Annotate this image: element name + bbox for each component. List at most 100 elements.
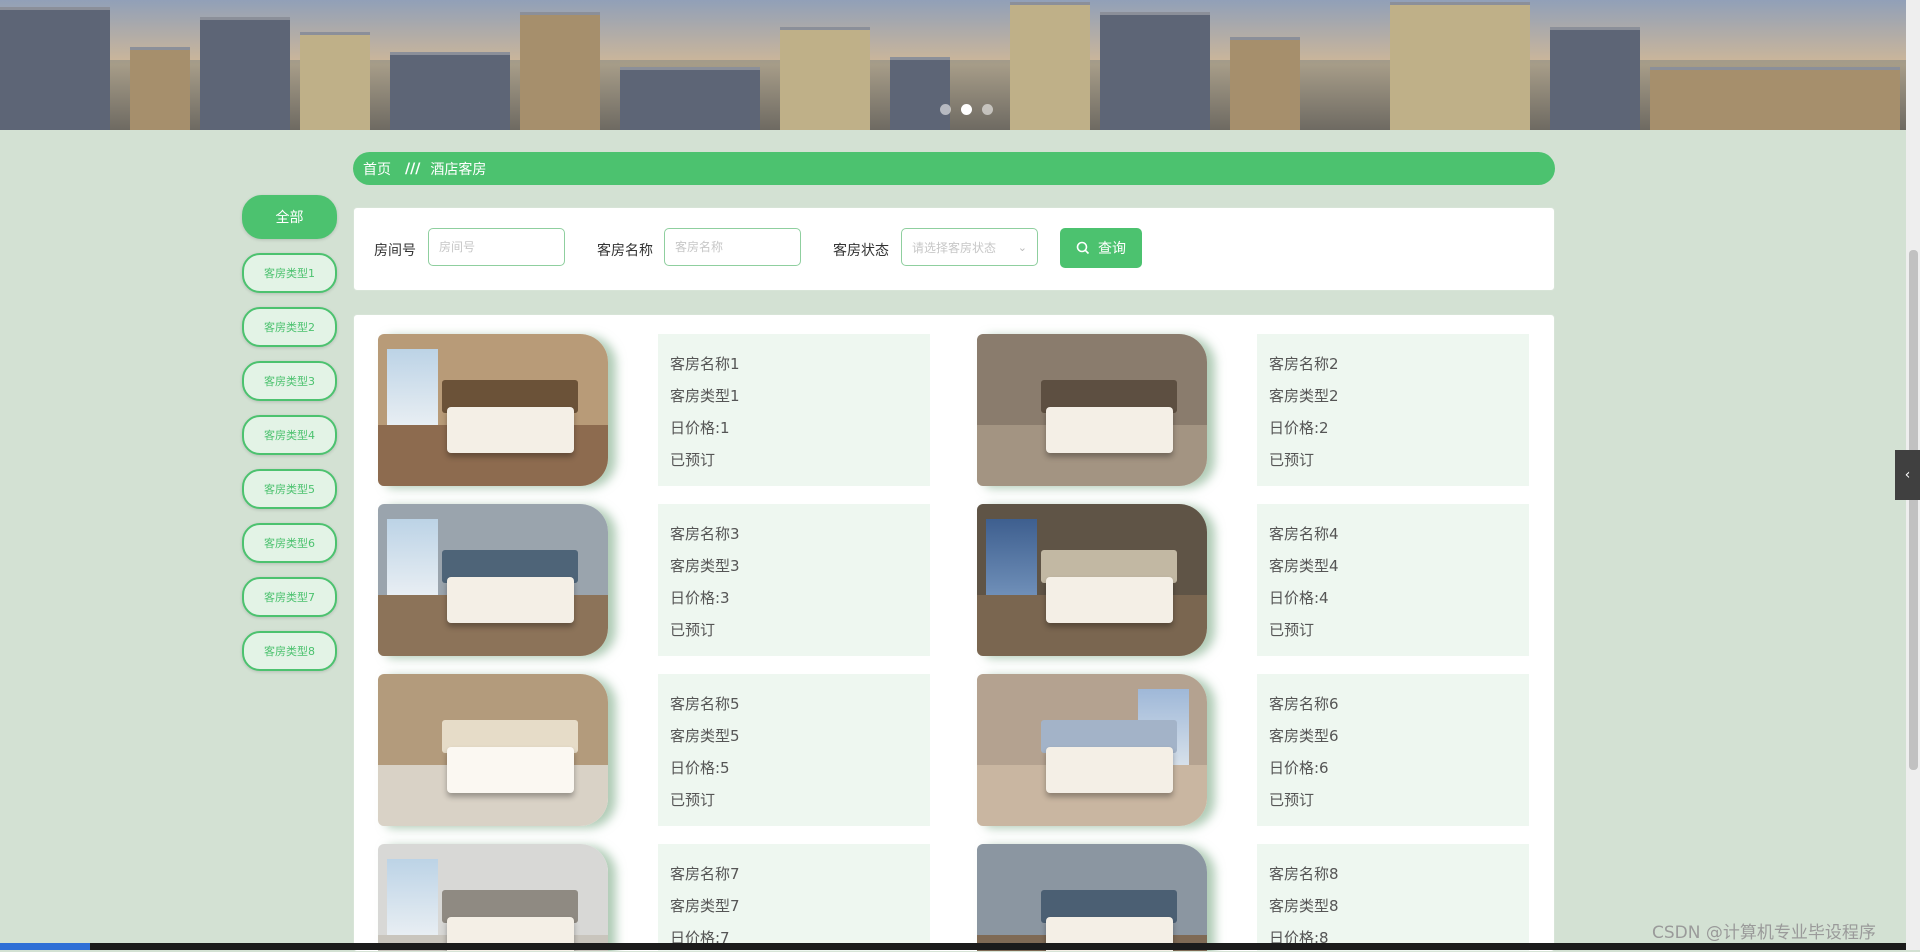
banner-building — [1650, 67, 1900, 130]
room-info: 客房名称8 客房类型8 日价格:8 — [1257, 844, 1529, 951]
category-type-8[interactable]: 客房类型8 — [242, 631, 337, 671]
banner-building — [1010, 2, 1090, 130]
banner-building — [130, 47, 190, 130]
photo-bed — [447, 746, 574, 793]
room-name: 客房名称3 — [670, 525, 740, 543]
banner-building — [300, 32, 370, 130]
room-name: 客房名称6 — [1269, 695, 1339, 713]
room-info: 客房名称5 客房类型5 日价格:5 已预订 — [658, 674, 930, 826]
scrollbar-thumb[interactable] — [1909, 250, 1918, 770]
room-name: 客房名称1 — [670, 355, 740, 373]
room-status: 已预订 — [670, 451, 716, 469]
photo-window — [387, 519, 438, 596]
room-photo[interactable] — [977, 334, 1207, 486]
room-card[interactable]: 客房名称7 客房类型7 日价格:7 — [378, 844, 958, 951]
banner-building — [1390, 2, 1530, 130]
room-status-label: 客房状态 — [833, 243, 889, 259]
room-status-select[interactable]: 请选择客房状态 ⌄ — [901, 228, 1038, 266]
banner-building — [520, 12, 600, 130]
room-status-placeholder: 请选择客房状态 — [912, 240, 997, 255]
room-photo[interactable] — [977, 844, 1207, 951]
room-name: 客房名称4 — [1269, 525, 1339, 543]
chevron-down-icon: ⌄ — [1017, 240, 1027, 254]
room-type: 客房类型3 — [670, 557, 740, 575]
room-info: 客房名称3 客房类型3 日价格:3 已预订 — [658, 504, 930, 656]
category-type-2[interactable]: 客房类型2 — [242, 307, 337, 347]
room-status: 已预订 — [670, 791, 716, 809]
room-card[interactable]: 客房名称2 客房类型2 日价格:2 已预订 — [977, 334, 1554, 486]
category-type-1[interactable]: 客房类型1 — [242, 253, 337, 293]
room-price: 日价格:4 — [1269, 589, 1329, 607]
room-type: 客房类型1 — [670, 387, 740, 405]
category-type-3[interactable]: 客房类型3 — [242, 361, 337, 401]
room-price: 日价格:2 — [1269, 419, 1329, 437]
room-photo[interactable] — [977, 674, 1207, 826]
chevron-left-icon[interactable]: ‹ — [1895, 450, 1920, 500]
room-status: 已预订 — [670, 621, 716, 639]
room-card[interactable]: 客房名称4 客房类型4 日价格:4 已预订 — [977, 504, 1554, 656]
photo-bed — [447, 576, 574, 623]
banner-building — [390, 52, 510, 130]
category-all[interactable]: 全部 — [242, 195, 337, 239]
watermark: CSDN @计算机专业毕设程序 — [1652, 923, 1876, 943]
banner-building — [620, 67, 760, 130]
carousel-dot[interactable] — [940, 104, 951, 115]
category-type-7[interactable]: 客房类型7 — [242, 577, 337, 617]
room-card[interactable]: 客房名称3 客房类型3 日价格:3 已预订 — [378, 504, 958, 656]
room-type: 客房类型5 — [670, 727, 740, 745]
room-type: 客房类型2 — [1269, 387, 1339, 405]
room-photo[interactable] — [378, 334, 608, 486]
banner-building — [780, 27, 870, 130]
carousel-dot[interactable] — [982, 104, 993, 115]
room-info: 客房名称7 客房类型7 日价格:7 — [658, 844, 930, 951]
room-no-input[interactable] — [428, 228, 565, 266]
room-card[interactable]: 客房名称8 客房类型8 日价格:8 — [977, 844, 1554, 951]
banner-building — [890, 57, 950, 130]
room-name: 客房名称2 — [1269, 355, 1339, 373]
banner-building — [1100, 12, 1210, 130]
room-name: 客房名称8 — [1269, 865, 1339, 883]
search-icon — [1076, 241, 1090, 255]
query-button-label: 查询 — [1098, 241, 1126, 257]
room-photo[interactable] — [378, 674, 608, 826]
room-photo[interactable] — [977, 504, 1207, 656]
room-type: 客房类型8 — [1269, 897, 1339, 915]
breadcrumb: 首页 /// 酒店客房 — [353, 152, 1555, 185]
category-sidebar: 全部 客房类型1 客房类型2 客房类型3 客房类型4 客房类型5 客房类型6 客… — [242, 195, 337, 685]
room-photo[interactable] — [378, 504, 608, 656]
room-name-input[interactable] — [664, 228, 801, 266]
video-progress-bar[interactable] — [0, 943, 1906, 950]
hero-banner — [0, 0, 1906, 130]
category-type-6[interactable]: 客房类型6 — [242, 523, 337, 563]
category-type-5[interactable]: 客房类型5 — [242, 469, 337, 509]
room-photo[interactable] — [378, 844, 608, 951]
room-type: 客房类型7 — [670, 897, 740, 915]
breadcrumb-home[interactable]: 首页 — [363, 159, 391, 179]
room-price: 日价格:5 — [670, 759, 730, 777]
query-button[interactable]: 查询 — [1060, 228, 1142, 268]
photo-bed — [1046, 576, 1173, 623]
room-card[interactable]: 客房名称1 客房类型1 日价格:1 已预订 — [378, 334, 958, 486]
room-info: 客房名称6 客房类型6 日价格:6 已预订 — [1257, 674, 1529, 826]
room-name-label: 客房名称 — [597, 243, 653, 259]
room-no-label: 房间号 — [374, 243, 416, 259]
room-name: 客房名称5 — [670, 695, 740, 713]
photo-window — [387, 859, 438, 936]
room-info: 客房名称1 客房类型1 日价格:1 已预订 — [658, 334, 930, 486]
room-status: 已预订 — [1269, 791, 1315, 809]
room-card[interactable]: 客房名称5 客房类型5 日价格:5 已预订 — [378, 674, 958, 826]
room-info: 客房名称2 客房类型2 日价格:2 已预订 — [1257, 334, 1529, 486]
banner-building — [1230, 37, 1300, 130]
carousel-indicators — [940, 104, 993, 115]
room-card[interactable]: 客房名称6 客房类型6 日价格:6 已预订 — [977, 674, 1554, 826]
photo-bed — [1046, 746, 1173, 793]
category-type-4[interactable]: 客房类型4 — [242, 415, 337, 455]
room-type: 客房类型4 — [1269, 557, 1339, 575]
room-status: 已预订 — [1269, 451, 1315, 469]
photo-window — [986, 519, 1037, 596]
room-name: 客房名称7 — [670, 865, 740, 883]
room-status: 已预订 — [1269, 621, 1315, 639]
search-panel: 房间号 客房名称 客房状态 请选择客房状态 ⌄ 查询 — [353, 207, 1555, 291]
carousel-dot[interactable] — [961, 104, 972, 115]
breadcrumb-current: 酒店客房 — [430, 161, 487, 178]
